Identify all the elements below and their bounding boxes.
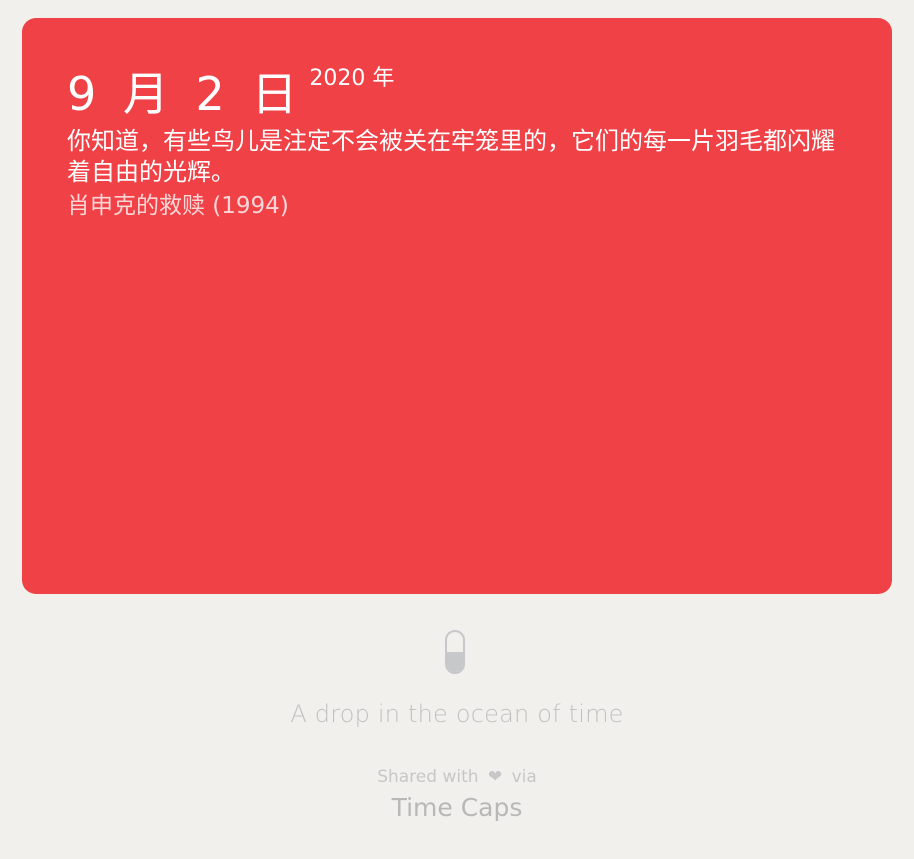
- quote-text: 你知道，有些鸟儿是注定不会被关在牢笼里的，它们的每一片羽毛都闪耀着自由的光辉。: [67, 127, 835, 186]
- date-year: 2020 年: [309, 66, 395, 91]
- time-capsule-pill-icon: [445, 630, 465, 674]
- tagline: A drop in the ocean of time: [290, 700, 624, 728]
- shared-line: Shared with ❤ via: [0, 766, 914, 788]
- date-main: 9 月 2 日: [67, 67, 304, 121]
- pill-fill: [447, 652, 463, 672]
- brand-name: Time Caps: [391, 793, 523, 822]
- quote-source: 肖申克的救赎 (1994): [67, 193, 289, 219]
- date-row: 9 月 2 日 2020 年: [67, 66, 394, 122]
- heart-icon: ❤: [487, 767, 503, 787]
- shared-suffix: via: [511, 767, 537, 787]
- memory-card: 9 月 2 日 2020 年 你知道，有些鸟儿是注定不会被关在牢笼里的，它们的每…: [22, 18, 892, 594]
- shared-prefix: Shared with: [377, 767, 479, 787]
